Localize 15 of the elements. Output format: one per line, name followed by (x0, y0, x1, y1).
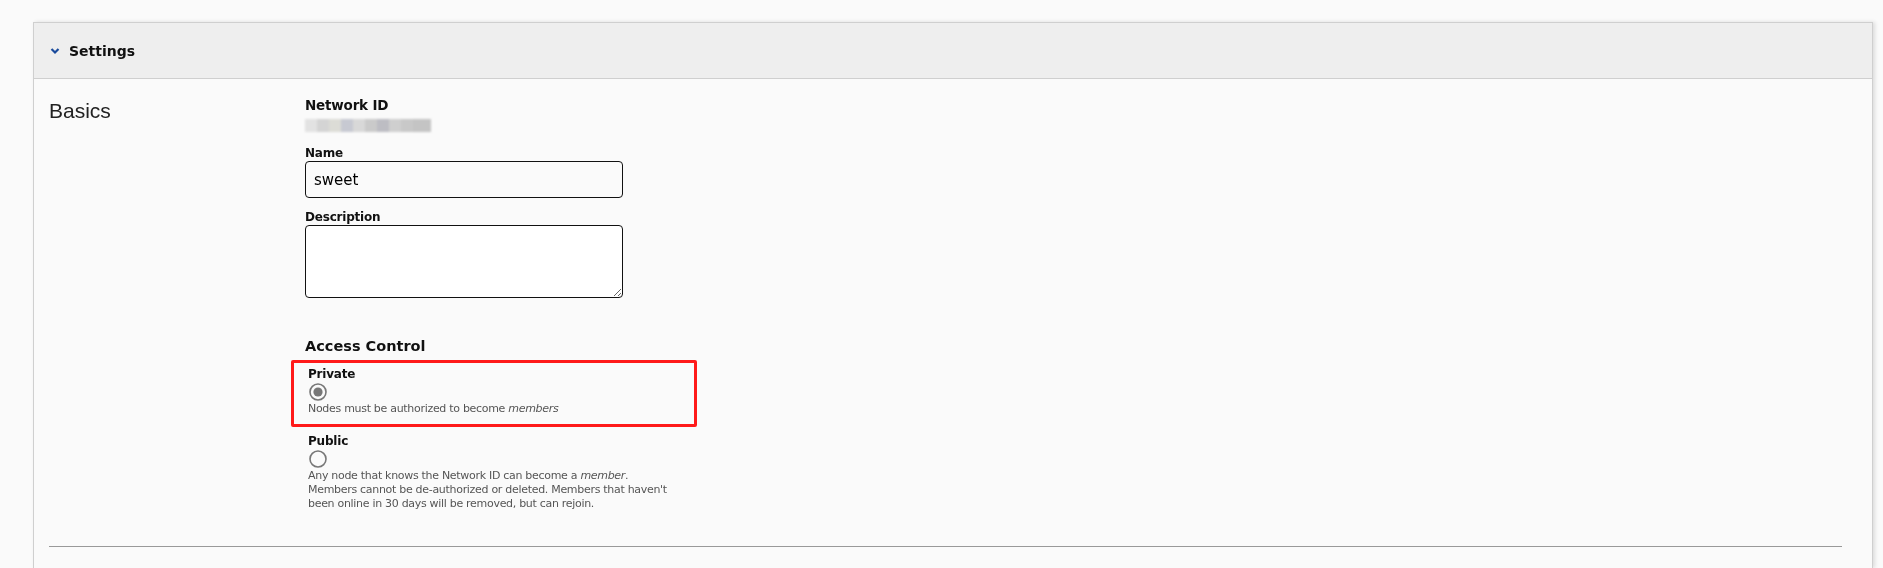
field-label: Name (305, 146, 343, 160)
panel-title: Settings (69, 42, 136, 59)
help-text: Nodes must be authorized to become members (308, 402, 560, 416)
radio-button[interactable] (309, 450, 327, 468)
option-label: Public (308, 434, 349, 448)
radio-button[interactable] (309, 383, 327, 401)
option-label: Private (308, 367, 356, 381)
section-heading: Access Control (305, 338, 427, 354)
field-label: Network ID (305, 97, 390, 113)
section-title: Basics (49, 98, 112, 124)
field-label: Description (305, 210, 381, 224)
panel-header[interactable]: Settings (34, 23, 1872, 79)
text-field[interactable]: sweet (305, 161, 623, 198)
text-area[interactable] (305, 225, 623, 298)
help-text: Any node that knows the Network ID can become a member. Members cannot be de-authorized or deleted. Members that haven't been online in 30 days will be removed, but can rejoin. (308, 469, 668, 511)
